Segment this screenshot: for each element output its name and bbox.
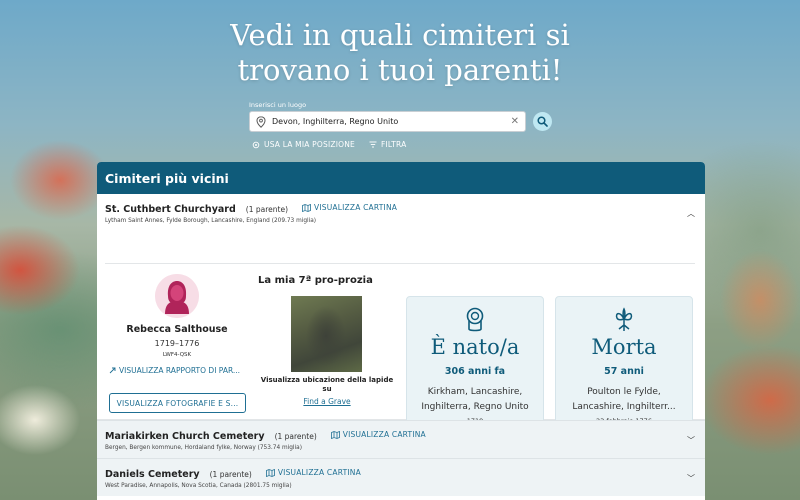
search-input[interactable] (272, 117, 511, 126)
relative-count: (1 parente) (245, 204, 289, 214)
filter-label: FILTRA (380, 140, 407, 149)
location-pin-icon (256, 115, 266, 128)
person-name: Rebecca Salthouse (126, 324, 228, 335)
search-box[interactable]: ✕ (249, 111, 526, 132)
female-avatar-icon (155, 274, 199, 318)
hero-title-line1: Vedi in quali cimiteri si (230, 18, 570, 52)
flower-icon (615, 307, 633, 331)
relationship-title: La mia 7ª pro-prozia (258, 275, 373, 286)
birth-title: È nato/a (430, 335, 520, 359)
view-photos-button[interactable]: VISUALIZZA FOTOGRAFIE E S... (109, 393, 246, 413)
view-map-label: VISUALIZZA CARTINA (277, 468, 361, 477)
map-icon (330, 430, 340, 439)
cemetery-name: St. Cuthbert Churchyard (105, 203, 236, 215)
birth-place-line2: Inghilterra, Regno Unito (421, 402, 529, 412)
death-age: 57 anni (604, 366, 644, 377)
crosshair-icon (252, 141, 260, 148)
map-icon (302, 203, 311, 212)
relative-count: (1 parente) (274, 431, 317, 441)
filter-button[interactable]: FILTRA (369, 140, 407, 149)
divider (105, 263, 695, 264)
view-map-link[interactable]: VISUALIZZA CARTINA (265, 468, 361, 477)
find-a-grave-link[interactable]: Find a Grave (257, 397, 397, 406)
view-relationship-link[interactable]: VISUALIZZA RAPPORTO DI PAR... (109, 366, 240, 375)
search-icon (537, 116, 548, 127)
cemetery-address: West Paradise, Annapolis, Nova Scotia, C… (105, 482, 292, 489)
birth-card: È nato/a 306 anni fa Kirkham, Lancashire… (406, 296, 544, 440)
relative-count: (1 parente) (209, 469, 252, 479)
grave-caption: Visualizza ubicazione della lapide su (260, 376, 394, 393)
clear-icon[interactable]: ✕ (511, 116, 519, 127)
view-map-link[interactable]: VISUALIZZA CARTINA (330, 430, 426, 439)
person-years: 1719–1776 (154, 339, 200, 348)
cemeteries-panel: Cimiteri più vicini St. Cuthbert Churchy… (97, 162, 705, 500)
death-place-line1: Poulton le Fylde, (587, 387, 661, 397)
hero-title: Vedi in quali cimiteri si trovano i tuoi… (0, 18, 800, 88)
birth-place-line1: Kirkham, Lancashire, (427, 387, 523, 397)
search-label: Inserisci un luogo (249, 101, 307, 109)
use-location-label: USA LA MIA POSIZIONE (264, 140, 355, 149)
cemetery-item[interactable]: Mariakirken Church Cemetery (1 parente) … (97, 420, 705, 458)
view-map-link[interactable]: VISUALIZZA CARTINA (302, 203, 397, 212)
cemetery-address: Bergen, Bergen kommune, Hordaland fylke,… (105, 444, 302, 451)
view-map-label: VISUALIZZA CARTINA (314, 203, 398, 212)
search-button[interactable] (533, 112, 552, 131)
use-location-button[interactable]: USA LA MIA POSIZIONE (252, 140, 355, 149)
panel-title: Cimiteri più vicini (97, 162, 705, 194)
person-id: LWF4-QSK (162, 352, 192, 358)
search-options: USA LA MIA POSIZIONE FILTRA (252, 140, 406, 149)
chevron-down-icon[interactable]: ﹀ (687, 435, 695, 446)
birth-ago: 306 anni fa (444, 366, 506, 377)
view-map-label: VISUALIZZA CARTINA (342, 430, 426, 439)
chevron-up-icon[interactable]: ︿ (687, 208, 695, 219)
view-relationship-label: VISUALIZZA RAPPORTO DI PAR... (119, 366, 241, 375)
cemetery-address: Lytham Saint Annes, Fylde Borough, Lanca… (105, 217, 317, 224)
death-card: Morta 57 anni Poulton le Fylde, Lancashi… (555, 296, 693, 440)
link-icon (109, 367, 116, 374)
death-place-line2: Lancashire, Inghilterr... (572, 402, 676, 412)
death-title: Morta (591, 335, 657, 359)
cemetery-name: Daniels Cemetery (105, 468, 200, 480)
hero-title-line2: trovano i tuoi parenti! (237, 53, 563, 87)
baby-icon (466, 307, 484, 332)
chevron-down-icon[interactable]: ﹀ (687, 473, 695, 484)
cemetery-item[interactable]: Daniels Cemetery (1 parente) VISUALIZZA … (97, 458, 705, 496)
map-icon (265, 468, 275, 477)
filter-icon (369, 141, 377, 148)
gravestone-photo[interactable] (291, 296, 362, 372)
cemetery-name: Mariakirken Church Cemetery (105, 430, 265, 442)
cemetery-item-expanded[interactable]: St. Cuthbert Churchyard (1 parente) VISU… (97, 194, 705, 440)
avatar (155, 274, 199, 318)
